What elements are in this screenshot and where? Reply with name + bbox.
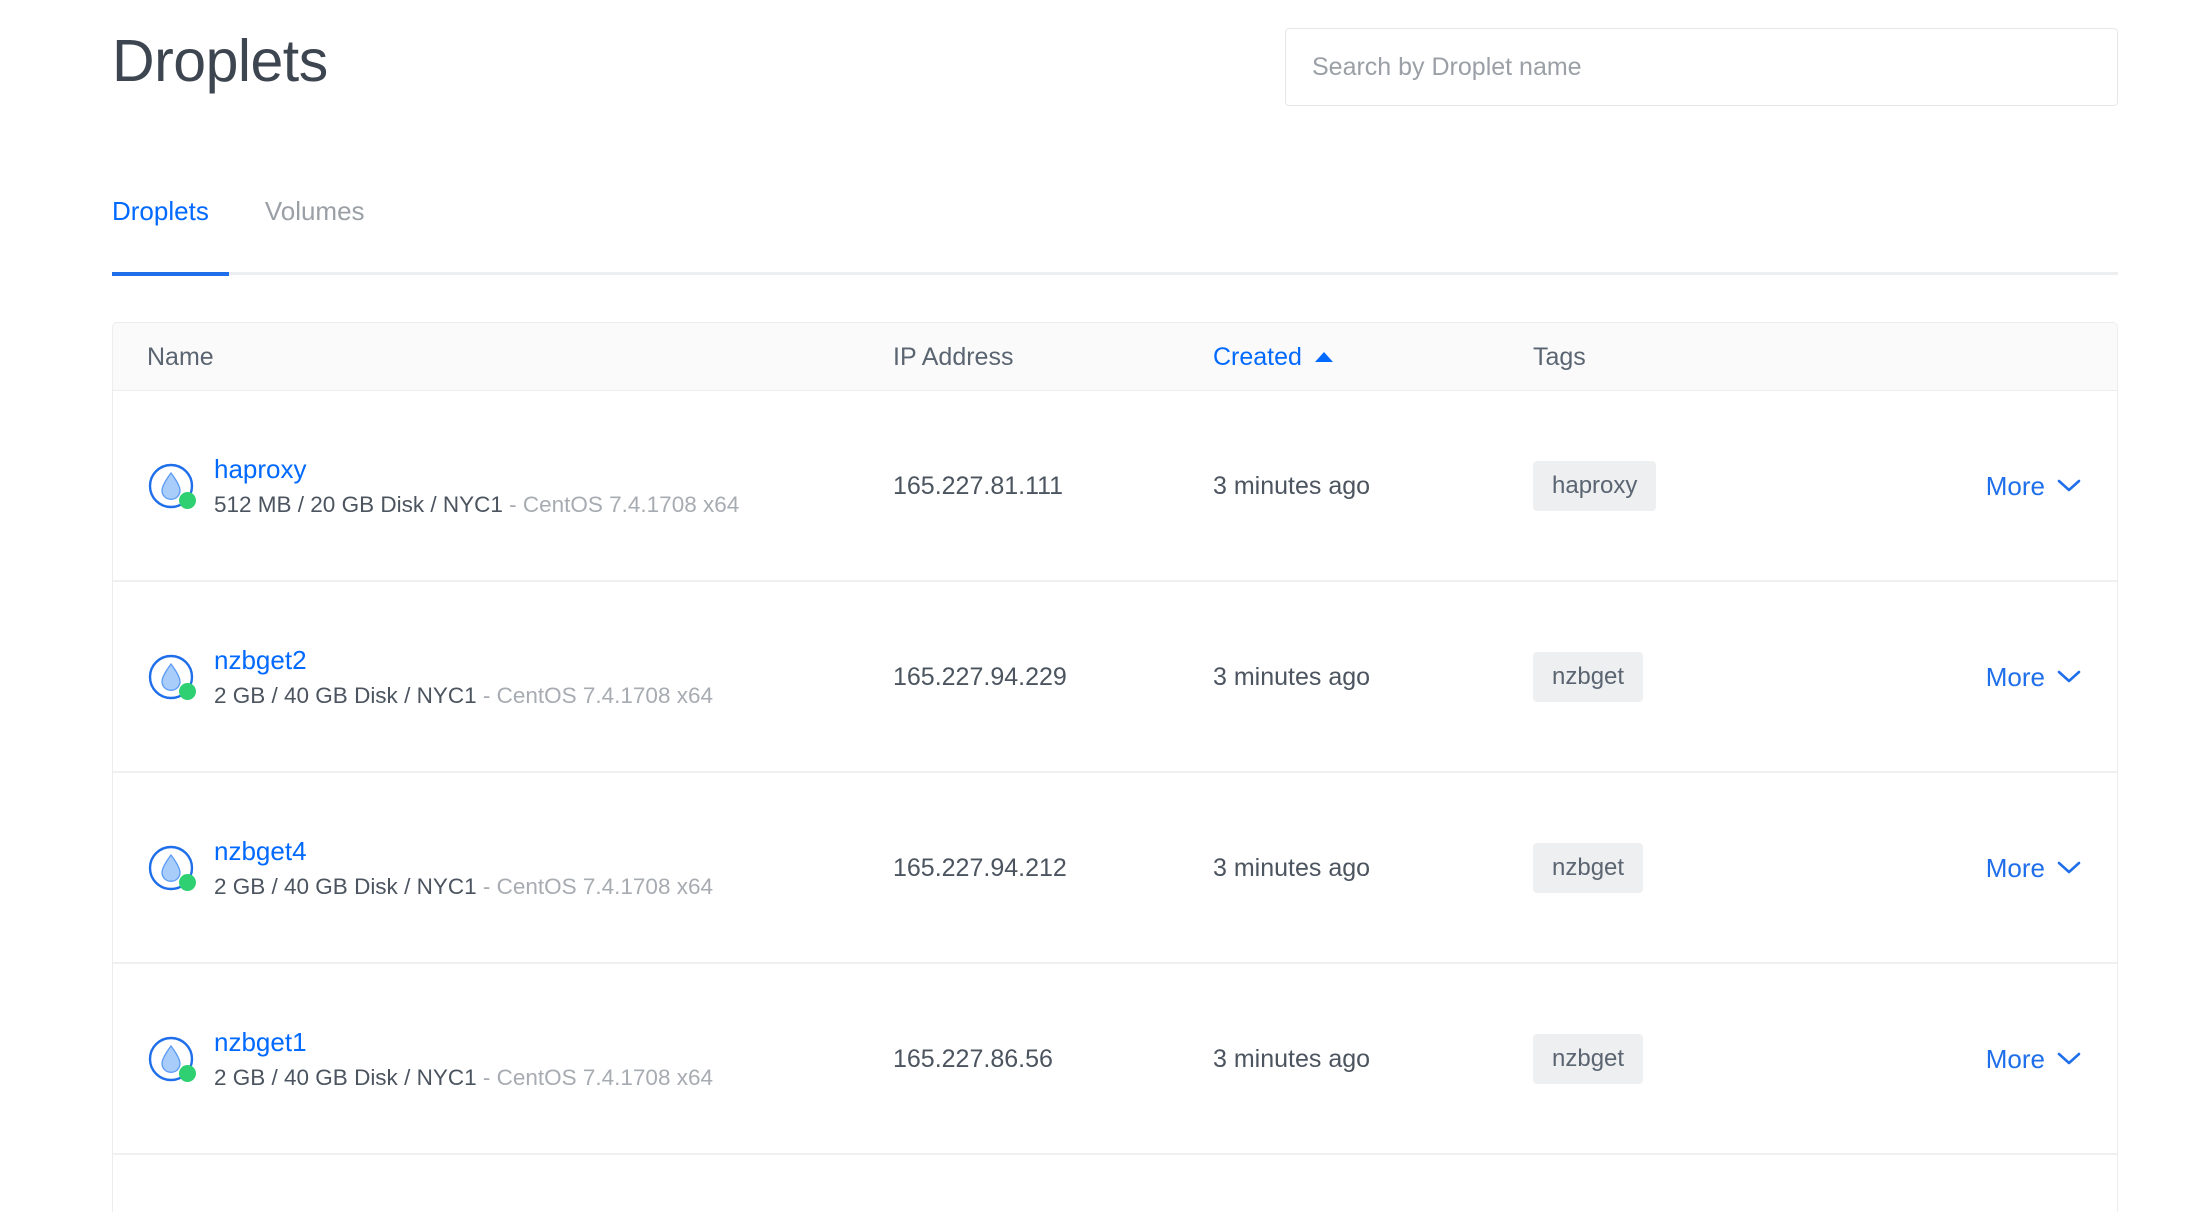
more-button-label: More — [1986, 1044, 2045, 1074]
chevron-down-icon — [2057, 478, 2081, 493]
tab-droplets[interactable]: Droplets — [112, 196, 209, 254]
droplet-name-link[interactable]: haproxy — [214, 453, 739, 485]
more-button[interactable]: More — [1986, 471, 2081, 501]
chevron-down-icon — [2057, 860, 2081, 875]
droplet-spec: 2 GB / 40 GB Disk / NYC1 - CentOS 7.4.17… — [214, 1064, 713, 1092]
table-row[interactable]: nzbget1 2 GB / 40 GB Disk / NYC1 - CentO… — [113, 964, 2117, 1155]
droplet-actions-cell: More — [1953, 853, 2085, 883]
droplet-ip-address: 165.227.94.212 — [893, 853, 1213, 883]
status-indicator-dot — [179, 1065, 196, 1082]
droplets-page: Droplets Droplets Volumes Name IP Addres… — [0, 0, 2200, 1212]
page-header: Droplets — [0, 0, 2200, 150]
droplet-actions-cell: More — [1953, 1044, 2085, 1074]
droplet-ip-address: 165.227.86.56 — [893, 1044, 1213, 1074]
droplet-actions-cell: More — [1953, 471, 2085, 501]
more-button-label: More — [1986, 471, 2045, 501]
droplet-os: - CentOS 7.4.1708 x64 — [477, 874, 713, 899]
sort-ascending-icon — [1315, 352, 1333, 362]
chevron-down-icon — [2057, 669, 2081, 684]
droplet-actions-cell: More — [1953, 662, 2085, 692]
droplet-os: - CentOS 7.4.1708 x64 — [477, 683, 713, 708]
search-container — [1285, 28, 2118, 106]
droplet-os: - CentOS 7.4.1708 x64 — [503, 492, 739, 517]
more-button[interactable]: More — [1986, 1044, 2081, 1074]
droplet-icon — [147, 844, 195, 892]
droplet-size-region: 2 GB / 40 GB Disk / NYC1 — [214, 683, 477, 708]
droplet-name-link[interactable]: nzbget1 — [214, 1026, 713, 1058]
table-row[interactable]: nzbget4 2 GB / 40 GB Disk / NYC1 - CentO… — [113, 773, 2117, 964]
droplet-name-cell: nzbget2 2 GB / 40 GB Disk / NYC1 - CentO… — [147, 644, 893, 710]
droplet-tags-cell: nzbget — [1533, 652, 1953, 702]
droplet-name-block: nzbget1 2 GB / 40 GB Disk / NYC1 - CentO… — [214, 1026, 713, 1092]
column-header-ip-address[interactable]: IP Address — [893, 342, 1213, 372]
droplet-ip-address: 165.227.81.111 — [893, 471, 1213, 501]
droplet-icon — [147, 653, 195, 701]
tab-active-indicator — [112, 272, 229, 276]
search-input[interactable] — [1285, 28, 2118, 106]
droplet-created-time: 3 minutes ago — [1213, 1044, 1533, 1074]
more-button[interactable]: More — [1986, 853, 2081, 883]
chevron-down-icon — [2057, 1051, 2081, 1066]
droplet-spec: 2 GB / 40 GB Disk / NYC1 - CentOS 7.4.17… — [214, 682, 713, 710]
droplet-tags-cell: nzbget — [1533, 843, 1953, 893]
droplet-size-region: 2 GB / 40 GB Disk / NYC1 — [214, 1065, 477, 1090]
more-button[interactable]: More — [1986, 662, 2081, 692]
droplet-tags-cell: nzbget — [1533, 1034, 1953, 1084]
tab-divider — [112, 272, 2118, 275]
droplet-size-region: 512 MB / 20 GB Disk / NYC1 — [214, 492, 503, 517]
droplet-name-block: nzbget4 2 GB / 40 GB Disk / NYC1 - CentO… — [214, 835, 713, 901]
droplet-name-cell: nzbget1 2 GB / 40 GB Disk / NYC1 - CentO… — [147, 1026, 893, 1092]
droplet-name-cell: haproxy 512 MB / 20 GB Disk / NYC1 - Cen… — [147, 453, 893, 519]
tag-chip[interactable]: haproxy — [1533, 461, 1656, 511]
tab-bar: Droplets Volumes — [112, 196, 2118, 282]
status-indicator-dot — [179, 492, 196, 509]
tag-chip[interactable]: nzbget — [1533, 652, 1643, 702]
page-title: Droplets — [112, 26, 328, 97]
droplet-size-region: 2 GB / 40 GB Disk / NYC1 — [214, 874, 477, 899]
more-button-label: More — [1986, 662, 2045, 692]
droplet-created-time: 3 minutes ago — [1213, 853, 1533, 883]
column-header-created-label: Created — [1213, 342, 1302, 372]
tag-chip[interactable]: nzbget — [1533, 1034, 1643, 1084]
droplet-spec: 2 GB / 40 GB Disk / NYC1 - CentOS 7.4.17… — [214, 873, 713, 901]
droplet-tags-cell: haproxy — [1533, 461, 1953, 511]
column-header-name[interactable]: Name — [147, 342, 893, 372]
droplets-table: Name IP Address Created Tags haproxy — [112, 322, 2118, 1212]
table-row[interactable]: haproxy 512 MB / 20 GB Disk / NYC1 - Cen… — [113, 391, 2117, 582]
status-indicator-dot — [179, 874, 196, 891]
droplet-name-link[interactable]: nzbget2 — [214, 644, 713, 676]
tab-volumes[interactable]: Volumes — [265, 196, 365, 254]
more-button-label: More — [1986, 853, 2045, 883]
column-header-created[interactable]: Created — [1213, 342, 1533, 372]
droplet-icon — [147, 462, 195, 510]
tab-list: Droplets Volumes — [112, 196, 2118, 258]
tag-chip[interactable]: nzbget — [1533, 843, 1643, 893]
droplet-spec: 512 MB / 20 GB Disk / NYC1 - CentOS 7.4.… — [214, 491, 739, 519]
droplet-name-cell: nzbget4 2 GB / 40 GB Disk / NYC1 - CentO… — [147, 835, 893, 901]
droplet-icon — [147, 1035, 195, 1083]
droplet-created-time: 3 minutes ago — [1213, 662, 1533, 692]
table-body: haproxy 512 MB / 20 GB Disk / NYC1 - Cen… — [113, 391, 2117, 1212]
droplet-created-time: 3 minutes ago — [1213, 471, 1533, 501]
column-header-tags[interactable]: Tags — [1533, 342, 1953, 372]
table-row[interactable]: elk 4 GB / 60 GB Disk / NYC1 - CentOS 7.… — [113, 1155, 2117, 1212]
droplet-ip-address: 165.227.94.229 — [893, 662, 1213, 692]
droplet-name-block: nzbget2 2 GB / 40 GB Disk / NYC1 - CentO… — [214, 644, 713, 710]
table-header-row: Name IP Address Created Tags — [113, 323, 2117, 391]
droplet-name-block: haproxy 512 MB / 20 GB Disk / NYC1 - Cen… — [214, 453, 739, 519]
status-indicator-dot — [179, 683, 196, 700]
droplet-os: - CentOS 7.4.1708 x64 — [477, 1065, 713, 1090]
table-row[interactable]: nzbget2 2 GB / 40 GB Disk / NYC1 - CentO… — [113, 582, 2117, 773]
droplet-name-link[interactable]: nzbget4 — [214, 835, 713, 867]
